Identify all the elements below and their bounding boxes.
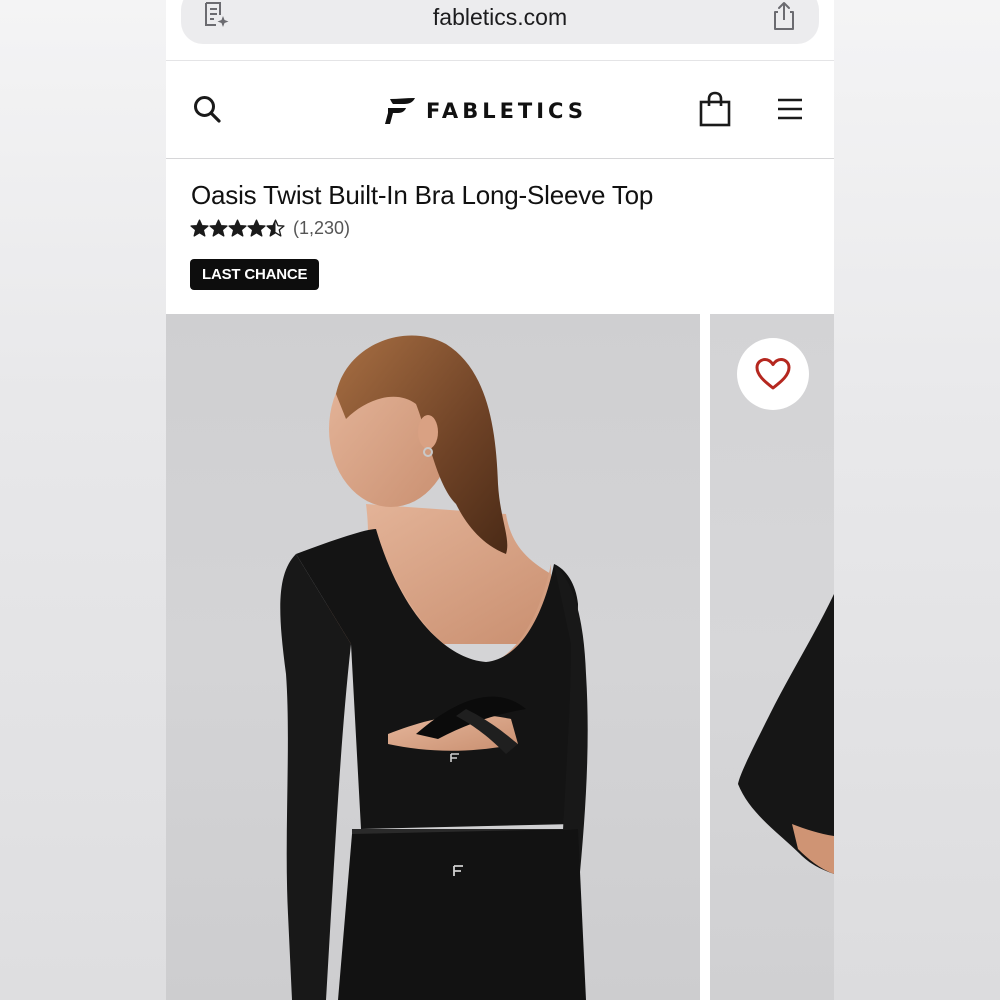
heart-icon <box>755 358 791 390</box>
product-image-carousel[interactable] <box>166 314 834 1000</box>
star-icon <box>228 219 247 237</box>
browser-toolbar: fabletics.com <box>166 0 834 60</box>
search-icon[interactable] <box>192 94 222 124</box>
model-photo-side-view <box>738 594 834 874</box>
star-icon <box>266 219 285 237</box>
background-left <box>0 0 166 1000</box>
star-icon <box>247 219 266 237</box>
star-icon <box>209 219 228 237</box>
review-count[interactable]: (1,230) <box>293 218 350 239</box>
model-photo-back-view <box>280 335 588 1000</box>
shopping-bag-icon[interactable] <box>698 91 732 127</box>
status-badge: LAST CHANCE <box>190 259 320 290</box>
star-icon <box>190 219 209 237</box>
hamburger-menu-icon[interactable] <box>776 97 804 121</box>
fabletics-logo-icon <box>385 98 415 124</box>
url-text[interactable]: fabletics.com <box>181 4 819 31</box>
wishlist-button[interactable] <box>737 338 809 410</box>
site-header: FABLETICS <box>166 60 834 159</box>
brand-wordmark: FABLETICS <box>426 99 587 123</box>
background-right <box>834 0 1000 1000</box>
address-bar[interactable]: fabletics.com <box>181 0 819 44</box>
product-image-main[interactable] <box>166 314 700 1000</box>
product-image-next[interactable] <box>710 314 834 1000</box>
product-rating[interactable]: (1,230) <box>190 218 350 239</box>
product-title: Oasis Twist Built-In Bra Long-Sleeve Top <box>191 180 654 210</box>
rating-stars <box>190 219 285 238</box>
brand-logo[interactable]: FABLETICS <box>384 94 587 128</box>
share-icon[interactable] <box>769 0 799 32</box>
phone-screen: fabletics.com FABLETICS Oasis Twist Buil… <box>166 0 834 1000</box>
